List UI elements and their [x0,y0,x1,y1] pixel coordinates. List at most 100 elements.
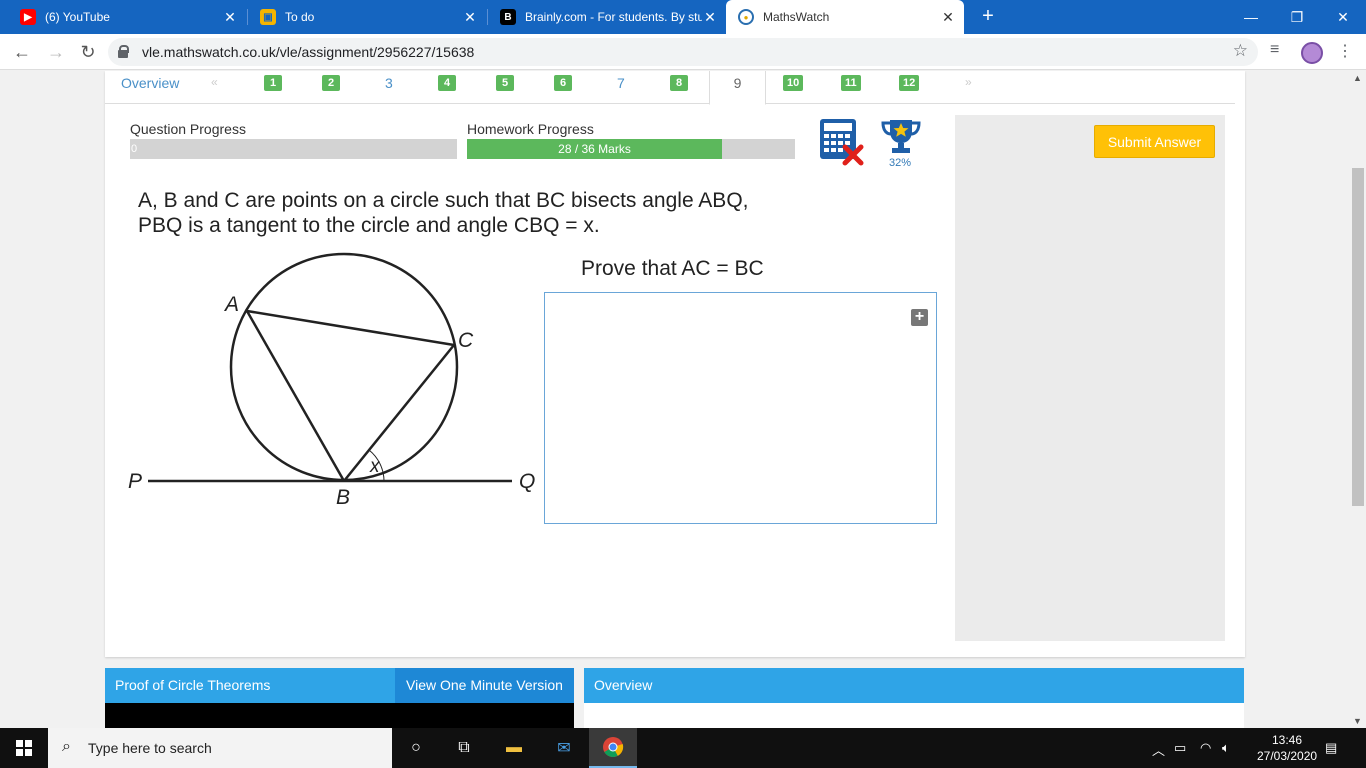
tab-brainly[interactable]: B Brainly.com - For students. By stu ✕ [488,0,726,34]
question-4-badge[interactable]: 4 [438,75,456,91]
video-panel-header: Proof of Circle Theorems View One Minute… [105,668,574,703]
question-5-badge[interactable]: 5 [496,75,514,91]
windows-taskbar: ⌕ Type here to search ○ ⧉ ▬ ✉ ︿ ▭ ◠ 🔈︎ 1… [0,728,1366,768]
cortana-icon[interactable]: ○ [392,728,440,768]
show-hidden-icons[interactable]: ︿ [1152,740,1165,759]
reload-icon[interactable]: ↻ [76,40,100,64]
homework-progress-label: Homework Progress [467,121,594,137]
answer-sidebar: Submit Answer [955,115,1225,641]
tab-title: (6) YouTube [45,10,110,24]
question-11-badge[interactable]: 11 [841,75,861,91]
close-tab-icon[interactable]: ✕ [940,9,956,26]
overview-panel: Overview [584,668,1244,728]
chrome-icon[interactable] [589,728,637,768]
mail-icon[interactable]: ✉ [540,728,588,768]
url-text: vle.mathswatch.co.uk/vle/assignment/2956… [142,44,475,60]
clock-time: 13:46 [1271,733,1303,747]
file-explorer-icon[interactable]: ▬ [490,728,538,768]
tab-title: To do [285,10,315,24]
chord-bc [343,344,455,482]
tab-title: Brainly.com - For students. By stu [525,10,702,24]
tab-todo[interactable]: ▣ To do ✕ [248,0,486,34]
view-one-minute-button[interactable]: View One Minute Version [395,668,574,703]
tab-title: MathsWatch [763,10,830,24]
tab-mathswatch[interactable]: ● MathsWatch ✕ [726,0,964,34]
trophy-icon [881,120,921,153]
todo-icon: ▣ [260,9,276,25]
scroll-up-icon[interactable]: ▲ [1353,73,1362,83]
tab-youtube[interactable]: ▶ (6) YouTube ✕ [8,0,246,34]
prev-arrow[interactable]: « [211,75,218,89]
taskbar-search[interactable]: ⌕ Type here to search [48,728,392,768]
battery-icon[interactable]: ▭ [1174,740,1186,756]
page-scrollbar[interactable]: ▲ ▼ [1350,71,1366,728]
circle-theorem-diagram: A C P Q B x [128,252,535,509]
bookmark-star-icon[interactable]: ☆ [1233,41,1248,61]
youtube-icon: ▶ [20,9,36,25]
question-line-1: A, B and C are points on a circle such t… [138,189,749,212]
question-7-link[interactable]: 7 [617,75,625,91]
prove-statement: Prove that AC = BC [581,257,764,280]
question-2-badge[interactable]: 2 [322,75,340,91]
volume-icon[interactable]: 🔈︎ [1222,740,1230,756]
scrollbar-thumb[interactable] [1352,168,1364,506]
task-view-icon[interactable]: ⧉ [440,728,488,768]
close-tab-icon[interactable]: ✕ [702,9,718,26]
close-tab-icon[interactable]: ✕ [462,9,478,26]
media-queue-icon[interactable]: ≡ [1270,41,1279,59]
question-card: Overview « 1 2 3 4 5 6 7 8 9 10 11 12 » … [105,71,1245,657]
chord-ac [246,309,455,347]
browser-tab-strip: ▶ (6) YouTube ✕ ▣ To do ✕ B Brainly.com … [0,0,1366,34]
back-icon[interactable]: ← [10,40,34,64]
wifi-icon[interactable]: ◠ [1200,740,1211,756]
question-6-badge[interactable]: 6 [554,75,572,91]
question-navigation: Overview « 1 2 3 4 5 6 7 8 9 10 11 12 » [105,71,1235,105]
overview-panel-title: Overview [594,677,653,693]
label-b: B [336,486,350,509]
system-clock[interactable]: 13:46 27/03/2020 [1257,732,1317,764]
question-8-badge[interactable]: 8 [670,75,688,91]
label-x: x [369,456,381,477]
profile-avatar[interactable] [1301,42,1323,64]
page-viewport: Overview « 1 2 3 4 5 6 7 8 9 10 11 12 » … [0,71,1350,728]
start-button[interactable] [0,728,48,768]
close-tab-icon[interactable]: ✕ [222,9,238,26]
new-tab-icon[interactable]: + [977,6,999,28]
question-10-badge[interactable]: 10 [783,75,804,91]
video-panel: Proof of Circle Theorems View One Minute… [105,668,574,728]
brainly-icon: B [500,9,516,25]
scroll-down-icon[interactable]: ▼ [1353,716,1362,726]
circle [229,252,459,482]
label-q: Q [519,470,535,493]
question-1-badge[interactable]: 1 [264,75,282,91]
forward-icon[interactable]: → [44,40,68,64]
menu-icon[interactable]: ⋮ [1337,41,1353,61]
restore-icon[interactable]: ❐ [1274,0,1320,34]
browser-toolbar: ← → ↻ vle.mathswatch.co.uk/vle/assignmen… [0,34,1366,70]
question-3-link[interactable]: 3 [385,75,393,91]
next-arrow[interactable]: » [965,75,972,89]
search-icon: ⌕ [62,738,71,755]
homework-progress-bar: 28 / 36 Marks [467,139,795,159]
submit-answer-button[interactable]: Submit Answer [1094,125,1215,158]
question-12-badge[interactable]: 12 [899,75,920,91]
search-placeholder: Type here to search [88,740,212,756]
notifications-icon[interactable]: ▤ [1325,740,1337,756]
answer-input-box[interactable]: + [544,292,937,524]
question-9-current-tab[interactable]: 9 [709,71,766,105]
trophy-percentage: 32% [889,157,912,169]
minimize-icon[interactable]: — [1228,0,1274,34]
label-p: P [128,470,142,493]
overview-link[interactable]: Overview [121,75,179,91]
question-progress-value: 0 [131,143,138,155]
video-panel-title: Proof of Circle Theorems [115,677,271,693]
question-line-2: PBQ is a tangent to the circle and angle… [138,214,600,237]
address-bar[interactable]: vle.mathswatch.co.uk/vle/assignment/2956… [108,38,1258,66]
question-text: A, B and C are points on a circle such t… [138,188,749,238]
windows-logo-icon [16,740,32,756]
label-a: A [223,293,239,316]
question-progress-bar: 0 [130,139,457,159]
add-icon[interactable]: + [911,309,928,326]
label-c: C [458,329,474,352]
close-window-icon[interactable]: ✕ [1320,0,1366,34]
